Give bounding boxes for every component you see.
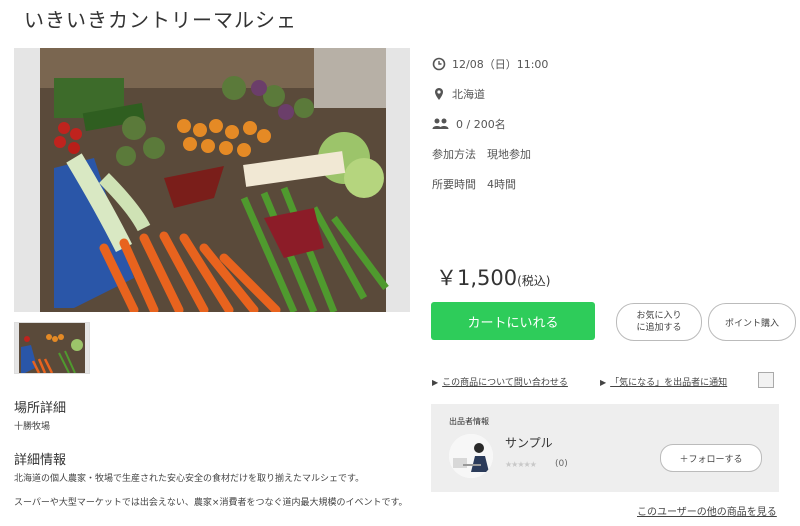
product-thumbnail[interactable] xyxy=(14,322,90,374)
follow-button[interactable]: ＋フォローする xyxy=(660,444,762,472)
seller-avatar[interactable] xyxy=(449,434,493,478)
seller-info-box: 出品者情報 サンプル ★★★★★ (0) ＋フォローする xyxy=(431,404,779,492)
event-participation: 参加方法 現地参加 xyxy=(432,148,531,161)
inquiry-link[interactable]: この商品について問い合わせる xyxy=(442,378,568,388)
product-main-image xyxy=(14,48,410,312)
price: ￥1,500(税込) xyxy=(436,262,551,292)
event-location: 北海道 xyxy=(432,86,485,102)
favorite-label-line1: お気に入り xyxy=(636,311,682,321)
detail-paragraph-2: スーパーや大型マーケットでは出会えない、農家×消費者をつなぐ道内最大規模のイベン… xyxy=(14,498,408,508)
seller-review-count[interactable]: (0) xyxy=(555,459,568,469)
seller-info-label: 出品者情報 xyxy=(449,417,489,426)
seller-name[interactable]: サンプル xyxy=(505,434,553,451)
event-datetime-text: 12/08（日）11:00 xyxy=(452,58,549,71)
triangle-right-icon: ▶ xyxy=(600,378,607,387)
notify-seller-link[interactable]: 「気になる」を出品者に通知 xyxy=(610,378,727,388)
event-duration: 所要時間 4時間 xyxy=(432,178,516,191)
add-to-favorites-button[interactable]: お気に入りに追加する xyxy=(616,303,702,341)
inquiry-link-row: ▶ この商品について問い合わせる xyxy=(432,375,568,388)
seller-rating-stars: ★★★★★ xyxy=(505,460,537,469)
place-heading: 場所詳細 xyxy=(14,401,67,416)
add-to-cart-button[interactable]: カートにいれる xyxy=(431,302,595,340)
people-icon xyxy=(432,117,450,131)
event-capacity-text: 0 / 200名 xyxy=(456,118,506,131)
detail-heading: 詳細情報 xyxy=(14,453,67,468)
page-title: いきいきカントリーマルシェ xyxy=(24,8,297,32)
event-capacity: 0 / 200名 xyxy=(432,116,506,132)
triangle-right-icon: ▶ xyxy=(432,378,439,387)
buy-points-button[interactable]: ポイント購入 xyxy=(708,303,796,341)
clock-icon xyxy=(432,57,446,71)
price-tax-note: (税込) xyxy=(517,274,551,288)
seller-other-products-link[interactable]: このユーザーの他の商品を見る xyxy=(637,503,777,518)
favorite-label-line2: に追加する xyxy=(636,323,682,333)
event-datetime: 12/08（日）11:00 xyxy=(432,56,548,72)
broken-image-icon xyxy=(758,372,774,388)
location-pin-icon xyxy=(432,87,446,101)
detail-paragraph-1: 北海道の個人農家・牧場で生産された安心安全の食材だけを取り揃えたマルシェです。 xyxy=(14,474,365,484)
notify-link-row: ▶ 「気になる」を出品者に通知 xyxy=(600,375,727,388)
event-location-text: 北海道 xyxy=(452,88,485,101)
price-amount: ￥1,500 xyxy=(436,266,518,290)
place-text: 十勝牧場 xyxy=(14,422,51,432)
